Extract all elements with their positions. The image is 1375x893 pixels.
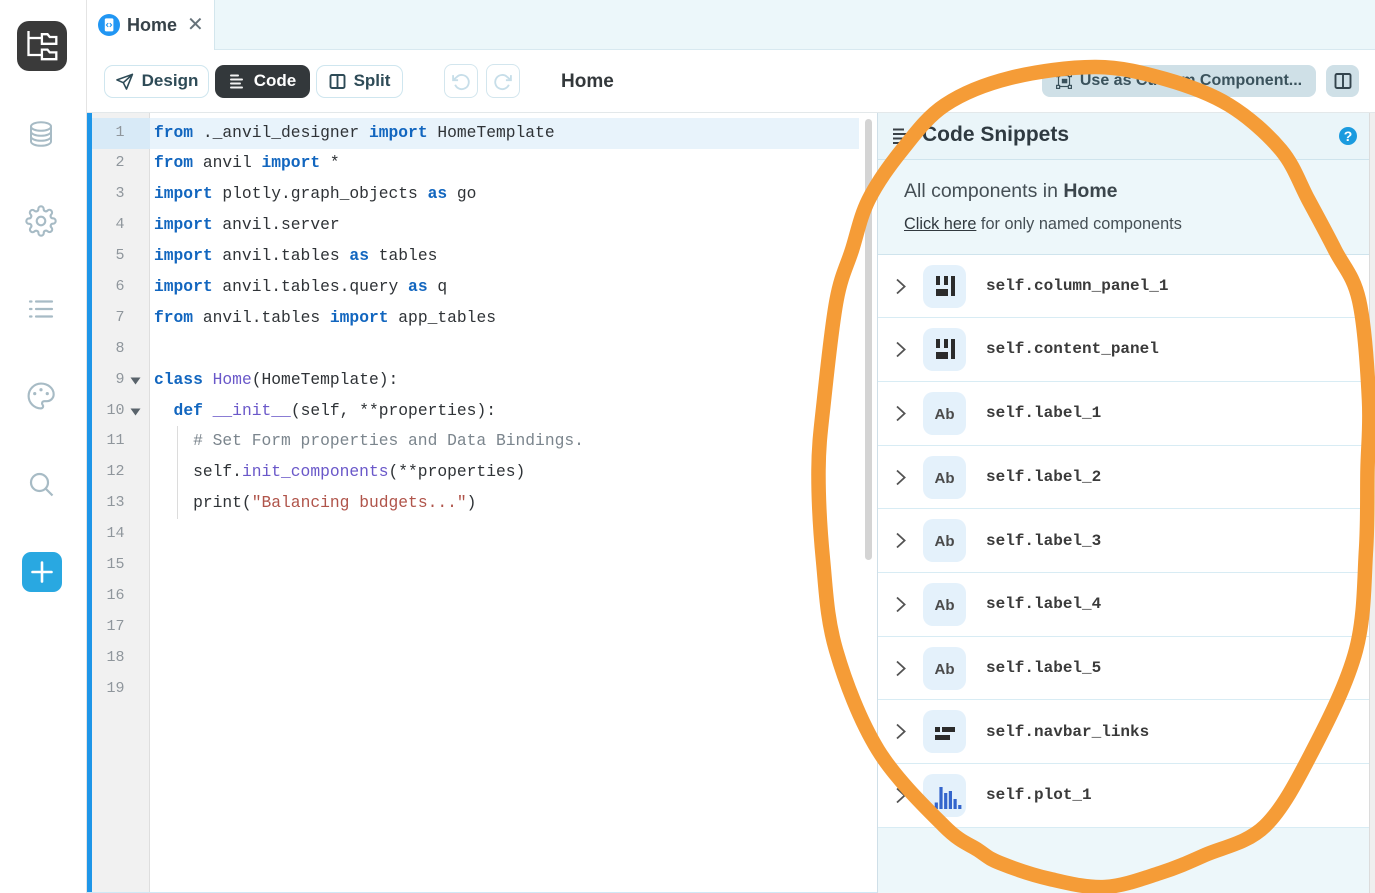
svg-text:Ab: Ab: [935, 406, 955, 423]
svg-text:Ab: Ab: [935, 597, 955, 614]
svg-text:Ab: Ab: [935, 470, 955, 487]
svg-text:Ab: Ab: [935, 661, 955, 678]
svg-text:Ab: Ab: [935, 533, 955, 550]
